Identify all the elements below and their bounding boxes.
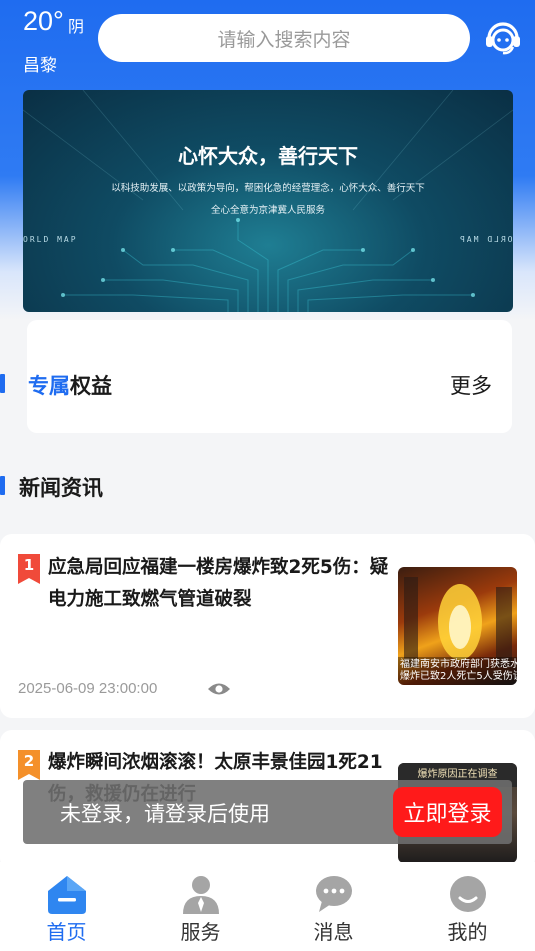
rights-title-highlight: 专属 [28, 374, 70, 398]
login-button[interactable]: 立即登录 [393, 787, 502, 837]
thumbnail-caption: 福建南安市政府部门获悉水 爆炸已致2人死亡5人受伤该 [398, 657, 517, 685]
tab-service[interactable]: 服务 [134, 862, 267, 951]
weather-city[interactable]: 昌黎 [23, 51, 57, 76]
search-placeholder: 请输入搜索内容 [217, 28, 351, 51]
tab-label: 首页 [46, 920, 87, 944]
header: 20° 阴 昌黎 请输入搜索内容 [0, 0, 535, 85]
news-date: 2025-06-09 23:00:00 [18, 680, 158, 697]
profile-icon [450, 876, 486, 912]
message-icon [316, 876, 352, 912]
banner-subtitle: 以科技助发展、以政策为导向，帮困化急的经营理念，心怀大众、善行天下 [111, 183, 425, 194]
banner-map-text-right: ORLD MAP [458, 235, 513, 244]
news-item[interactable]: 1 应急局回应福建一楼房爆炸致2死5伤：疑电力施工致燃气管道破裂 2025-06… [0, 534, 535, 718]
thumbnail-caption-line: 爆炸已致2人死亡5人受伤该 [400, 671, 517, 682]
banner-title: 心怀大众，善行天下 [178, 144, 358, 168]
weather-temperature: 20° [23, 6, 64, 36]
banner-map-text-left: ORLD MAP [23, 235, 78, 244]
toast-message: 未登录，请登录后使用 [60, 802, 270, 826]
news-headline[interactable]: 应急局回应福建一楼房爆炸致2死5伤：疑电力施工致燃气管道破裂 [48, 552, 390, 616]
tab-profile[interactable]: 我的 [401, 862, 534, 951]
rights-title-rest: 权益 [70, 374, 112, 398]
tab-home[interactable]: 首页 [0, 862, 133, 951]
banner-slogan: 全心全意为京津冀人民服务 [210, 205, 325, 216]
tab-label: 服务 [180, 920, 221, 944]
section-indicator [0, 374, 5, 393]
exclusive-rights-title: 专属权益 [28, 370, 112, 400]
thumbnail-caption-line: 福建南安市政府部门获悉水 [400, 659, 517, 670]
rights-more-link[interactable]: 更多 [450, 370, 492, 400]
circuit-pattern [23, 90, 513, 312]
search-input[interactable]: 请输入搜索内容 [98, 14, 470, 62]
news-section-title: 新闻资讯 [19, 476, 103, 500]
tab-label: 消息 [313, 920, 354, 944]
tab-label: 我的 [447, 920, 488, 944]
tab-messages[interactable]: 消息 [267, 862, 400, 951]
news-thumbnail[interactable]: 福建南安市政府部门获悉水 爆炸已致2人死亡5人受伤该 [398, 567, 517, 685]
rank-number: 1 [23, 556, 35, 574]
user-service-icon [183, 876, 219, 914]
promo-banner[interactable]: 心怀大众，善行天下 以科技助发展、以政策为导向，帮困化急的经营理念，心怀大众、善… [23, 90, 513, 312]
section-indicator [0, 476, 5, 495]
home-icon [48, 876, 86, 914]
rank-number: 2 [23, 752, 35, 770]
weather-condition: 阴 [68, 17, 85, 36]
bottom-tab-bar: 首页 服务 消息 我的 [0, 862, 535, 951]
customer-service-icon[interactable] [482, 16, 524, 58]
view-count-icon [208, 683, 230, 695]
